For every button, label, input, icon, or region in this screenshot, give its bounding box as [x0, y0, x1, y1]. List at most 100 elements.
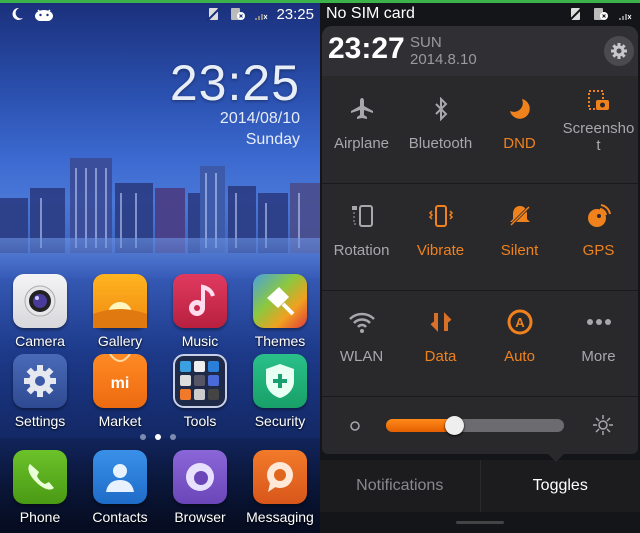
page-dot[interactable]	[170, 434, 176, 440]
svg-text:A: A	[515, 315, 525, 330]
toggle-silent[interactable]: Silent	[480, 185, 559, 290]
tools-folder-icon	[173, 354, 227, 408]
drag-handle[interactable]	[456, 521, 504, 524]
shade-day: SUN	[410, 34, 442, 51]
vibrate-icon	[428, 205, 453, 227]
toggle-rotation[interactable]: Rotation	[322, 185, 401, 290]
notification-shade: No SIM card 23:27 SUN 2014.8.10 Airplane	[320, 0, 640, 533]
android-icon	[35, 9, 53, 21]
messaging-icon	[253, 450, 307, 504]
toggle-label: Vibrate	[416, 242, 465, 259]
shade-time: 23:27	[328, 32, 405, 65]
toggle-label: Airplane	[333, 135, 390, 152]
vibrate-off-icon	[206, 7, 223, 21]
app-label: Settings	[14, 413, 66, 429]
app-settings[interactable]: Settings	[0, 354, 80, 429]
brightness-control	[322, 372, 638, 454]
app-label: Browser	[174, 509, 226, 525]
home-screen: 23:25 23:25 2014/08/10 Sunday Camera Gal…	[0, 0, 320, 533]
app-label: Messaging	[246, 509, 314, 525]
app-label: Camera	[15, 333, 65, 349]
app-row-1: Camera Gallery Music Themes	[0, 274, 320, 349]
shade-header: 23:27 SUN 2014.8.10	[322, 26, 638, 76]
app-row-2: Settings mi Market Tools Security	[0, 354, 320, 429]
app-label: Themes	[254, 333, 306, 349]
gps-icon	[587, 204, 611, 227]
app-label: Security	[254, 413, 306, 429]
tab-toggles[interactable]: Toggles	[481, 460, 640, 512]
app-security[interactable]: Security	[240, 354, 320, 429]
status-bar-right: 23:25	[206, 3, 314, 25]
clock-date: 2014/08/10	[219, 110, 300, 127]
status-bar-left	[10, 3, 54, 25]
toggle-label: More	[581, 348, 616, 365]
music-icon	[173, 274, 227, 328]
svg-text:mi: mi	[111, 375, 130, 392]
screenshot-icon	[587, 90, 609, 110]
clock-widget-date: 2014/08/10 Sunday	[220, 108, 300, 150]
silent-icon	[508, 204, 531, 228]
toggle-gps[interactable]: GPS	[559, 185, 638, 290]
wallpaper-water	[0, 238, 320, 278]
app-label: Contacts	[92, 509, 148, 525]
clock-day: Sunday	[245, 131, 300, 148]
camera-icon	[13, 274, 67, 328]
themes-icon	[253, 274, 307, 328]
app-music[interactable]: Music	[160, 274, 240, 349]
phone-icon	[13, 450, 67, 504]
toggle-bluetooth[interactable]: Bluetooth	[401, 78, 480, 183]
dock-row: Phone Contacts Browser Messaging	[0, 450, 320, 525]
contacts-icon	[93, 450, 147, 504]
toggle-label: Data	[424, 348, 457, 365]
bluetooth-icon	[434, 97, 447, 121]
carrier-label: No SIM card	[326, 5, 415, 22]
shade-date: SUN 2014.8.10	[410, 34, 477, 68]
toggle-dnd[interactable]: DND	[480, 78, 559, 183]
wifi-icon	[348, 312, 375, 333]
settings-icon	[13, 354, 67, 408]
moon-icon	[509, 99, 530, 119]
toggle-vibrate[interactable]: Vibrate	[401, 185, 480, 290]
app-phone[interactable]: Phone	[0, 450, 80, 525]
security-icon	[253, 354, 307, 408]
page-dot[interactable]	[140, 434, 146, 440]
gear-icon	[611, 43, 627, 59]
page-dot-active[interactable]	[155, 434, 161, 440]
app-tools-folder[interactable]: Tools	[160, 354, 240, 429]
toggle-label: Silent	[500, 242, 539, 259]
brightness-high-icon	[593, 415, 613, 435]
page-indicator[interactable]	[140, 434, 176, 440]
toggle-airplane[interactable]: Airplane	[322, 78, 401, 183]
shade-tabs: Notifications Toggles	[320, 460, 640, 512]
brightness-low-icon	[350, 421, 360, 431]
tab-notifications[interactable]: Notifications	[320, 460, 481, 512]
toggle-label: Screensho t	[562, 120, 635, 154]
gallery-icon	[93, 274, 147, 328]
settings-button[interactable]	[604, 36, 634, 66]
app-contacts[interactable]: Contacts	[80, 450, 160, 525]
rotation-lock-icon	[351, 205, 373, 227]
toggle-label: WLAN	[339, 348, 384, 365]
clock-widget-time[interactable]: 23:25	[170, 54, 300, 112]
toggle-label: GPS	[582, 242, 615, 259]
app-browser[interactable]: Browser	[160, 450, 240, 525]
app-camera[interactable]: Camera	[0, 274, 80, 349]
toggles-panel: 23:27 SUN 2014.8.10 Airplane Bluetooth D…	[322, 26, 638, 454]
toggle-row-1: Airplane Bluetooth DND Screensho t	[322, 78, 638, 184]
sim-missing-icon	[231, 8, 246, 20]
auto-brightness-icon: A	[507, 309, 532, 335]
brightness-slider[interactable]	[386, 416, 564, 435]
app-messaging[interactable]: Messaging	[240, 450, 320, 525]
toggle-screenshot[interactable]: Screensho t	[559, 78, 638, 183]
app-themes[interactable]: Themes	[240, 274, 320, 349]
signal-none-icon	[619, 14, 632, 20]
app-label: Market	[98, 413, 142, 429]
shade-date-value: 2014.8.10	[410, 51, 477, 68]
app-gallery[interactable]: Gallery	[80, 274, 160, 349]
toggle-label: DND	[503, 135, 536, 152]
brightness-thumb[interactable]	[444, 416, 464, 435]
shade-status-bar: No SIM card	[320, 3, 640, 25]
toggle-label: Bluetooth	[408, 135, 473, 152]
toggle-row-2: Rotation Vibrate Silent GPS	[322, 185, 638, 291]
app-market[interactable]: mi Market	[80, 354, 160, 429]
